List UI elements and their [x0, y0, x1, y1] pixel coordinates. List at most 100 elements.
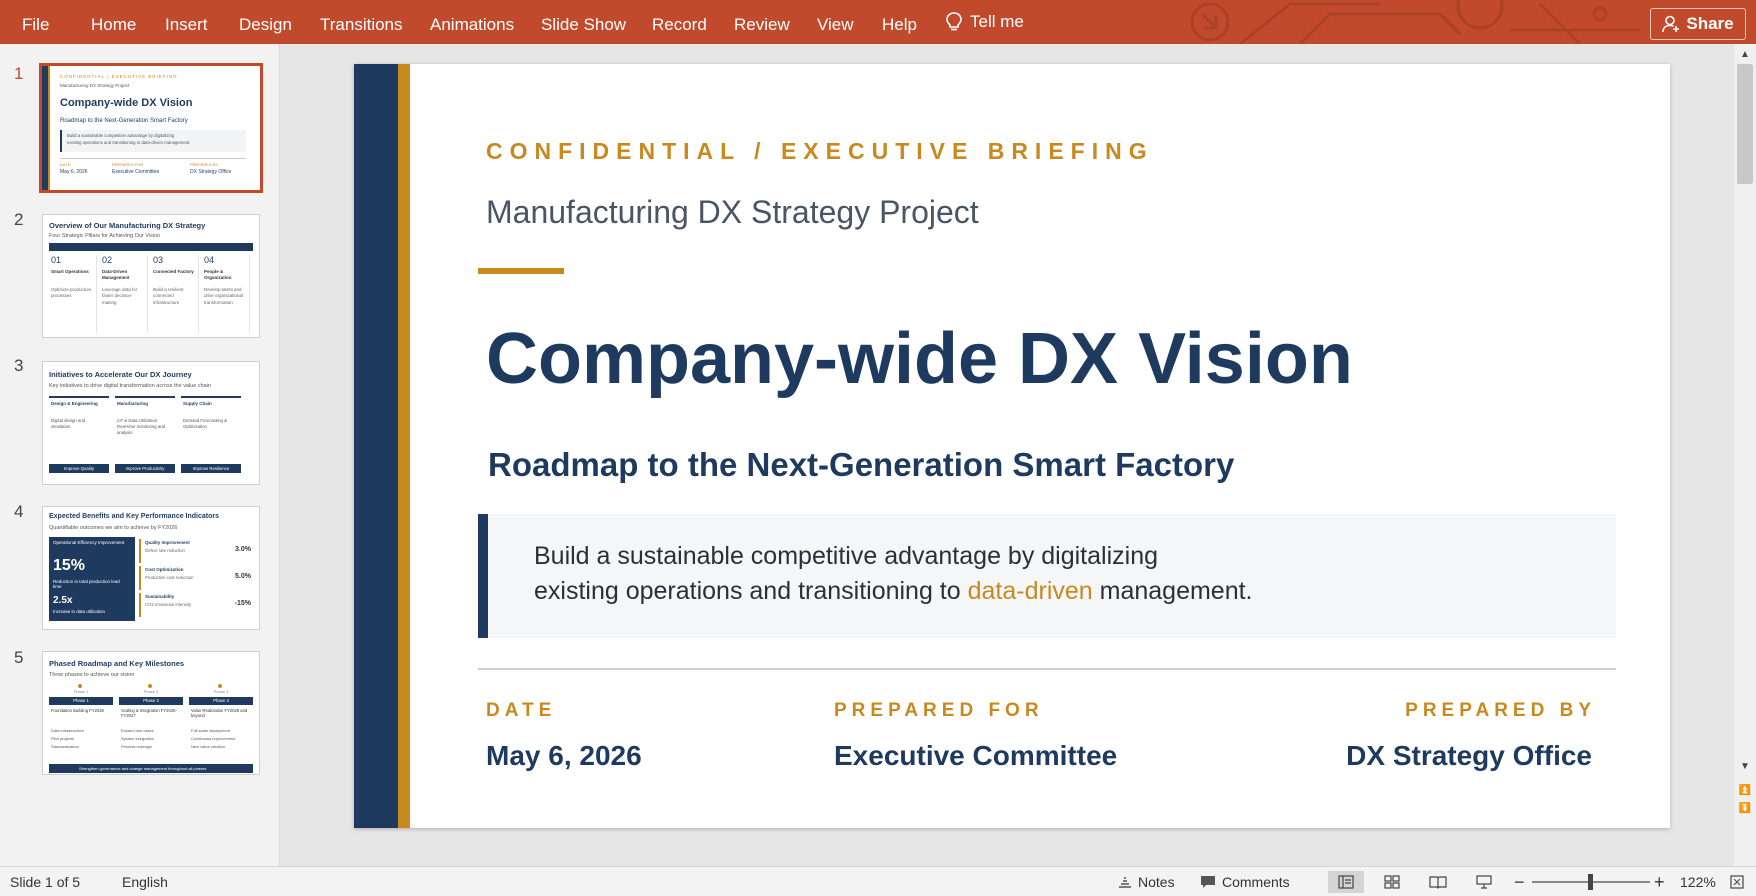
slide-thumbnail-2[interactable]: Overview of Our Manufacturing DX Strateg…	[42, 214, 260, 338]
slide-eyebrow[interactable]: CONFIDENTIAL / EXECUTIVE BRIEFING	[486, 138, 1154, 165]
prepared-by-value[interactable]: DX Strategy Office	[1346, 740, 1592, 772]
normal-view-button[interactable]	[1328, 871, 1364, 893]
zoom-in-icon[interactable]: +	[1654, 867, 1665, 896]
comments-button[interactable]: Comments	[1200, 867, 1290, 896]
prepared-by-label[interactable]: PREPARED BY	[1405, 700, 1596, 722]
tab-file[interactable]: File	[22, 0, 49, 44]
tell-me-search[interactable]: Tell me	[946, 0, 1024, 44]
slide-thumbnail-3[interactable]: Initiatives to Accelerate Our DX Journey…	[42, 361, 260, 485]
thumb-phase-title: Foundation Building FY2026	[51, 708, 104, 713]
thumb-initiative-outcome: Improve Quality	[49, 464, 109, 473]
tab-view[interactable]: View	[817, 0, 854, 44]
thumb-kpi-hero: Operational Efficiency Improvement 15% R…	[49, 537, 135, 621]
thumb-subtitle: Roadmap to the Next-Generation Smart Fac…	[60, 118, 188, 124]
slide-callout-box[interactable]: Build a sustainable competitive advantag…	[478, 514, 1616, 638]
slide-editing-canvas[interactable]: CONFIDENTIAL / EXECUTIVE BRIEFING Manufa…	[280, 44, 1734, 866]
thumb-pillar-text: Develop talent and drive organizational …	[204, 287, 244, 305]
reading-view-button[interactable]	[1420, 871, 1456, 893]
thumb-pillar: 03 Connected Factory Build a resilient con…	[153, 255, 199, 333]
tab-design[interactable]: Design	[239, 0, 292, 44]
thumb-pillar: 02 Data-Driven Management Leverage data fo…	[102, 255, 148, 333]
thumb-phase-item: Continuous improvement	[191, 736, 236, 741]
zoom-out-icon[interactable]: −	[1514, 867, 1525, 896]
current-slide[interactable]: CONFIDENTIAL / EXECUTIVE BRIEFING Manufa…	[354, 64, 1670, 828]
callout-line-2-end: management.	[1092, 577, 1253, 605]
fit-window-icon	[1730, 875, 1744, 889]
thumb-kpi-name: Sustainability	[145, 594, 175, 599]
slide-thumbnail-5[interactable]: Phased Roadmap and Key Milestones Three …	[42, 651, 260, 775]
ribbon-bar: File Home Insert Design Transitions Animation…	[0, 0, 1756, 44]
thumb-pillar-name: People & Organization	[204, 269, 232, 280]
prepared-for-value[interactable]: Executive Committee	[834, 740, 1117, 772]
thumb-pillar-number: 01	[51, 255, 62, 265]
thumb-pillar-number: 04	[204, 255, 215, 265]
thumb-project: Manufacturing DX Strategy Project	[60, 83, 130, 88]
slide-sorter-button[interactable]	[1374, 871, 1410, 893]
comments-label: Comments	[1222, 874, 1290, 890]
tab-animations[interactable]: Animations	[430, 0, 514, 44]
slide-show-button[interactable]	[1466, 871, 1502, 893]
reading-view-icon	[1429, 876, 1447, 889]
thumb-phase-item: System integration	[121, 736, 155, 741]
slide-project-name[interactable]: Manufacturing DX Strategy Project	[486, 194, 979, 231]
tab-transitions[interactable]: Transitions	[320, 0, 403, 44]
thumb-kpi-name: Quality Improvement	[145, 540, 190, 545]
thumb-phase-item: Expand use cases	[121, 728, 154, 733]
vertical-scrollbar[interactable]: ▲ ▼ ⏫ ⏬	[1734, 44, 1756, 866]
notes-button[interactable]: Notes	[1118, 867, 1175, 896]
scrollbar-thumb[interactable]	[1737, 64, 1753, 184]
thumb-pillar: 01 Smart Operations Optimize production pr…	[51, 255, 97, 333]
previous-slide-icon[interactable]: ⏫	[1736, 782, 1754, 798]
zoom-level[interactable]: 122%	[1680, 867, 1716, 896]
slide-thumbnail-1[interactable]: CONFIDENTIAL / EXECUTIVE BRIEFING Manufa…	[39, 63, 263, 193]
thumb-meta-value: Executive Committee	[112, 169, 160, 175]
date-label[interactable]: DATE	[486, 700, 556, 722]
callout-line-2: existing operations and transitioning to…	[534, 577, 1253, 606]
share-button[interactable]: Share	[1650, 8, 1746, 40]
next-slide-icon[interactable]: ⏬	[1736, 800, 1754, 816]
scroll-up-icon[interactable]: ▲	[1736, 46, 1754, 62]
thumb-subtitle: Three phases to achieve our vision	[49, 672, 135, 678]
thumb-kpi-value: 3.0%	[235, 546, 251, 553]
thumb-callout: Build a sustainable competitive advantag…	[60, 130, 246, 152]
fit-to-window-button[interactable]	[1730, 867, 1744, 896]
thumb-kpi-name: Cost Optimization	[145, 567, 184, 572]
tab-home[interactable]: Home	[91, 0, 136, 44]
slide-indicator[interactable]: Slide 1 of 5	[10, 867, 80, 896]
callout-line-1: Build a sustainable competitive advantag…	[534, 542, 1158, 570]
date-value[interactable]: May 6, 2026	[486, 740, 642, 772]
thumb-initiative-head: Supply Chain	[183, 401, 212, 406]
notes-label: Notes	[1138, 874, 1175, 890]
slide-title[interactable]: Company-wide DX Vision	[486, 318, 1353, 400]
prepared-for-label[interactable]: PREPARED FOR	[834, 700, 1044, 722]
thumb-initiative-outcome: Improve Resilience	[181, 464, 241, 473]
lightbulb-icon	[946, 12, 962, 31]
slide-thumbnail-4[interactable]: Expected Benefits and Key Performance In…	[42, 506, 260, 630]
thumb-pillar: 04 People & Organization Develop talent an…	[204, 255, 250, 333]
thumb-hero-value: 2.5x	[53, 595, 73, 606]
tab-slide-show[interactable]: Slide Show	[541, 0, 626, 44]
thumb-meta-label: PREPARED FOR	[112, 162, 144, 167]
thumbnail-number: 1	[14, 64, 24, 83]
thumb-phase-column: Phase 2 Phase 2 Scaling & Integration FY20…	[119, 684, 183, 760]
slide-subtitle[interactable]: Roadmap to the Next-Generation Smart Fac…	[488, 446, 1234, 484]
tab-insert[interactable]: Insert	[165, 0, 208, 44]
scroll-down-icon[interactable]: ▼	[1736, 758, 1754, 774]
zoom-slider-knob[interactable]	[1588, 874, 1593, 890]
thumb-kpi-value: 5.0%	[235, 573, 251, 580]
language-indicator[interactable]: English	[122, 867, 168, 896]
thumb-pillar-name: Data-Driven Management	[102, 269, 130, 280]
tab-review[interactable]: Review	[734, 0, 790, 44]
thumb-title: Expected Benefits and Key Performance In…	[49, 513, 219, 520]
thumb-pillar-text: Optimize production processes	[51, 287, 92, 299]
tab-record[interactable]: Record	[652, 0, 707, 44]
thumb-title: Phased Roadmap and Key Milestones	[49, 659, 185, 668]
thumb-phase-title: Scaling & Integration FY2026-FY2027	[121, 708, 177, 719]
thumb-meta-label: DATE	[60, 162, 71, 167]
thumb-initiative-text: Digital design and simulation	[51, 418, 86, 430]
thumb-callout-line: Build a sustainable competitive advantag…	[67, 133, 175, 138]
tab-help[interactable]: Help	[882, 0, 917, 44]
thumb-phase-header: Phase 2	[119, 697, 183, 705]
thumb-phase-item: New value creation	[191, 744, 226, 749]
thumb-footer-banner: Strengthen governance and change managem…	[49, 764, 253, 773]
